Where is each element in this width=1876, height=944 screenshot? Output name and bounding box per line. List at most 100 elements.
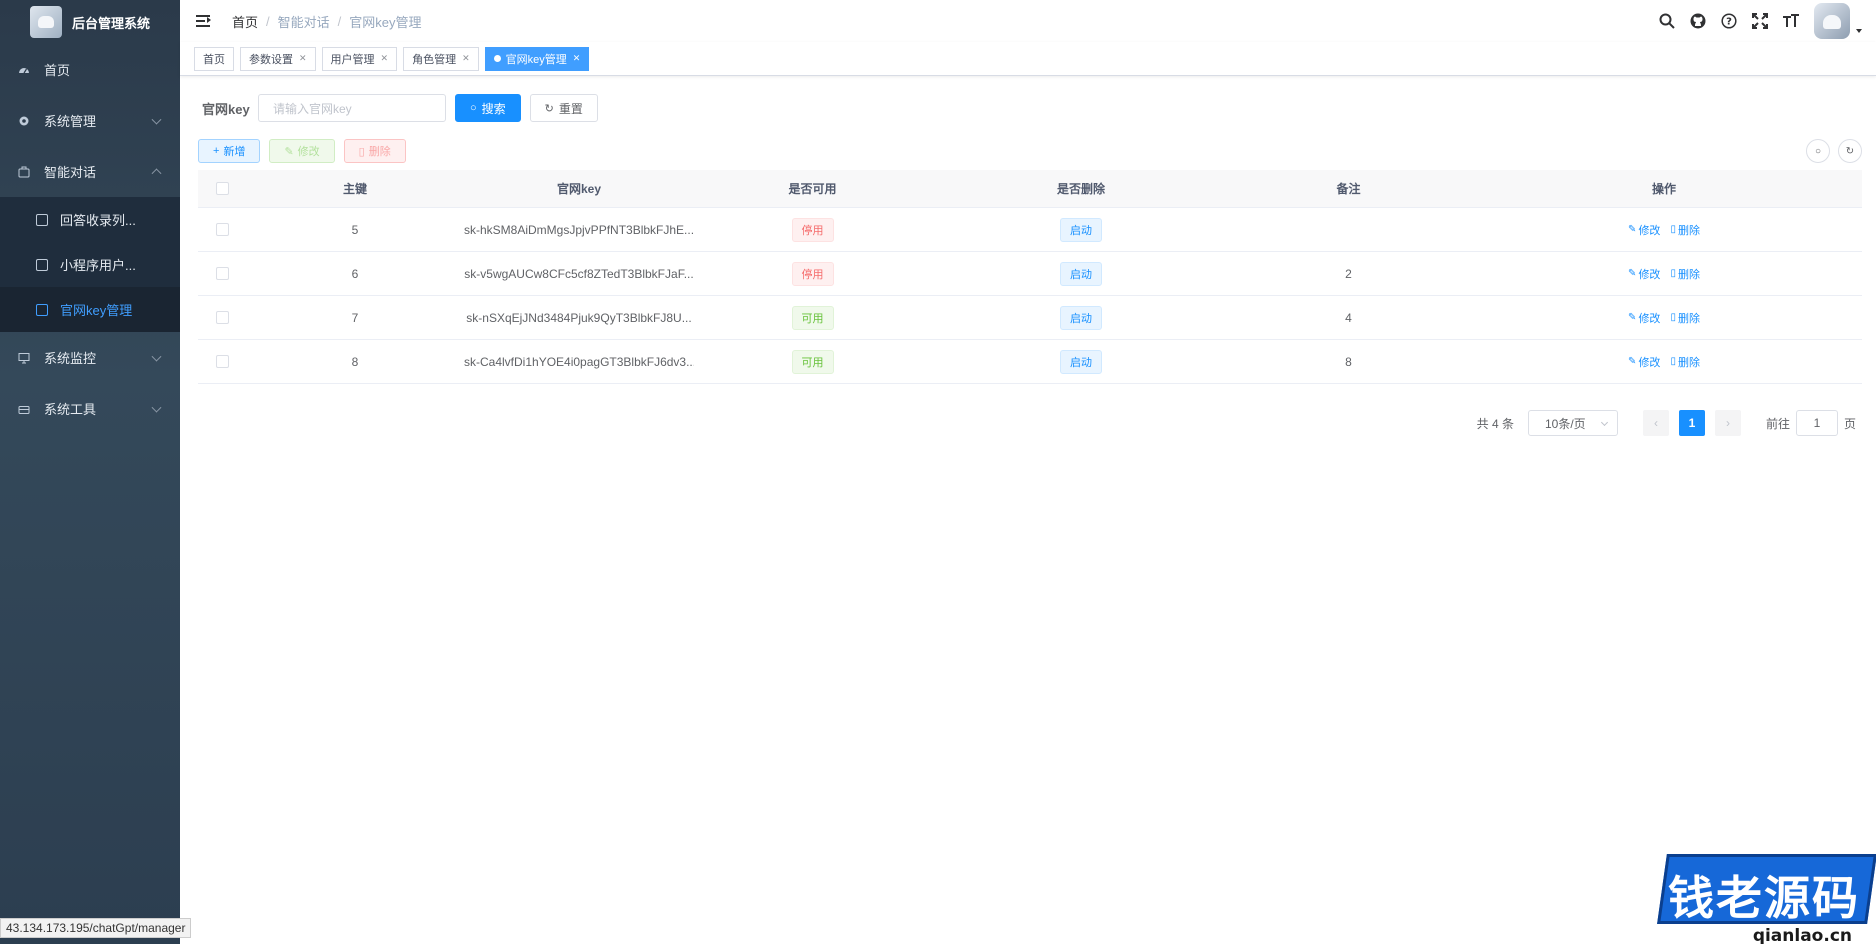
row-checkbox[interactable] <box>215 267 229 280</box>
search-button-label: 搜索 <box>481 101 506 116</box>
row-delete-label: 删除 <box>1677 268 1700 281</box>
select-all-checkbox[interactable] <box>215 182 229 195</box>
search-toggle-icon[interactable]: ○ <box>1806 139 1830 163</box>
github-icon[interactable] <box>1689 12 1707 30</box>
search-input[interactable]: 请输入官网key <box>258 94 446 122</box>
column-header: 操作 <box>1651 182 1676 196</box>
page-number-button[interactable]: 1 <box>1678 410 1705 436</box>
dashboard-icon <box>18 64 30 76</box>
watermark-text: 钱老源码 <box>1668 871 1860 925</box>
row-checkbox-cell <box>198 267 246 280</box>
chevron-down-icon <box>151 351 162 362</box>
tag-params[interactable]: 参数设置 ✕ <box>240 46 316 71</box>
row-edit-link[interactable]: ✎ 修改 <box>1628 310 1660 326</box>
header-checkbox-cell <box>198 182 246 195</box>
avatar[interactable] <box>1814 3 1850 39</box>
reset-button[interactable]: ↻ 重置 <box>529 94 598 122</box>
search-icon: ○ <box>470 102 477 114</box>
breadcrumb-item[interactable]: 首页 <box>232 12 258 31</box>
goto-prefix: 前往 <box>1765 416 1790 431</box>
logo[interactable]: 后台管理系统 <box>0 0 180 44</box>
status-badge: 停用 <box>791 261 834 286</box>
status-badge[interactable]: 启动 <box>1060 349 1102 374</box>
goto-page-input[interactable]: 1 <box>1795 410 1838 436</box>
main-content: 官网key 请输入官网key ○ 搜索 ↻ 重置 + 新增 ✎ 修改 ▯ 删除 … <box>180 76 1876 944</box>
table-row: 7 sk-nSXqEjJNd3484Pjuk9QyT3BlbkFJ8U... 可… <box>198 296 1862 340</box>
row-edit-link[interactable]: ✎ 修改 <box>1628 354 1660 370</box>
breadcrumb-separator: / <box>266 13 270 29</box>
cell-operations: ✎ 修改 ▯ 删除 <box>1466 310 1862 326</box>
cell-remark: 2 <box>1345 266 1352 281</box>
row-checkbox[interactable] <box>215 311 229 324</box>
edit-icon <box>36 258 48 271</box>
caret-down-icon[interactable] <box>1856 29 1862 33</box>
row-delete-link[interactable]: ▯ 删除 <box>1670 222 1700 238</box>
close-icon[interactable]: ✕ <box>462 53 470 64</box>
sidebar-item-tools[interactable]: 系统工具 <box>0 383 180 434</box>
prev-page-button[interactable]: ‹ <box>1642 410 1669 436</box>
sidebar-item-chat[interactable]: 智能对话 <box>0 146 180 197</box>
row-delete-link[interactable]: ▯ 删除 <box>1670 310 1700 326</box>
page-size-select[interactable]: 10条/页 <box>1527 410 1618 436</box>
next-page-button[interactable]: › <box>1714 410 1741 436</box>
row-delete-link[interactable]: ▯ 删除 <box>1670 266 1700 282</box>
search-label: 官网key <box>202 101 250 117</box>
sidebar-item-key-management[interactable]: 官网key管理 <box>0 287 180 332</box>
table-row: 5 sk-hkSM8AiDmMgsJpjvPPfNT3BlbkFJhE... 停… <box>198 208 1862 252</box>
tag-home[interactable]: 首页 <box>194 46 234 71</box>
hamburger-icon[interactable] <box>196 14 212 28</box>
pagination: 共 4 条 10条/页 ‹ 1 › 前往 1 页 <box>1477 410 1856 436</box>
search-icon[interactable] <box>1658 12 1676 30</box>
cell-key: sk-v5wgAUCw8CFc5cf8ZTedT3BlbkFJaF... <box>464 266 694 281</box>
fullscreen-icon[interactable] <box>1751 12 1769 30</box>
tag-roles[interactable]: 角色管理 ✕ <box>403 46 479 71</box>
sidebar-item-label: 官网key管理 <box>60 303 133 318</box>
tag-label: 官网key管理 <box>505 53 567 66</box>
navbar-right: ? <box>1645 0 1862 42</box>
sidebar-item-system[interactable]: 系统管理 <box>0 95 180 146</box>
row-edit-link[interactable]: ✎ 修改 <box>1628 222 1660 238</box>
trash-icon: ▯ <box>1670 268 1676 279</box>
close-icon[interactable]: ✕ <box>299 53 307 64</box>
tag-label: 角色管理 <box>412 53 457 66</box>
breadcrumb: 首页 / 智能对话 / 官网key管理 <box>232 12 422 31</box>
row-checkbox[interactable] <box>215 355 229 368</box>
add-button-label: 新增 <box>223 146 246 158</box>
sidebar-item-monitor[interactable]: 系统监控 <box>0 332 180 383</box>
delete-button[interactable]: ▯ 删除 <box>343 139 406 163</box>
breadcrumb-item: 官网key管理 <box>349 14 422 30</box>
edit-button[interactable]: ✎ 修改 <box>269 139 335 163</box>
sidebar-item-label: 首页 <box>44 63 71 78</box>
row-edit-link[interactable]: ✎ 修改 <box>1628 266 1660 282</box>
navbar: 首页 / 智能对话 / 官网key管理 ? <box>180 0 1876 42</box>
sidebar-item-answer-list[interactable]: 回答收录列... <box>0 197 180 242</box>
tag-key-management[interactable]: 官网key管理 ✕ <box>484 46 590 71</box>
right-toolbar: ○ ↻ <box>1798 139 1862 163</box>
status-badge[interactable]: 启动 <box>1060 217 1102 242</box>
search-button[interactable]: ○ 搜索 <box>455 94 521 122</box>
delete-button-label: 删除 <box>368 146 391 158</box>
add-button[interactable]: + 新增 <box>198 139 261 163</box>
sidebar-item-home[interactable]: 首页 <box>0 44 180 95</box>
row-delete-label: 删除 <box>1677 312 1700 325</box>
close-icon[interactable]: ✕ <box>381 53 389 64</box>
help-icon[interactable]: ? <box>1720 12 1738 30</box>
row-edit-label: 修改 <box>1638 224 1661 237</box>
chevron-down-icon <box>151 402 162 413</box>
refresh-icon: ↻ <box>544 102 554 115</box>
sidebar-item-miniapp-users[interactable]: 小程序用户... <box>0 242 180 287</box>
row-checkbox[interactable] <box>215 223 229 236</box>
status-badge[interactable]: 启动 <box>1060 305 1102 330</box>
goto-suffix: 页 <box>1843 416 1856 431</box>
font-size-icon[interactable] <box>1782 12 1800 30</box>
tag-users[interactable]: 用户管理 ✕ <box>321 46 398 71</box>
watermark-sub: qianlao.cn <box>1752 926 1852 944</box>
list-icon <box>36 213 48 226</box>
refresh-icon[interactable]: ↻ <box>1838 139 1862 163</box>
close-icon[interactable]: ✕ <box>573 53 581 64</box>
breadcrumb-separator: / <box>337 13 342 29</box>
row-delete-link[interactable]: ▯ 删除 <box>1670 354 1700 370</box>
cell-deleted: 启动 <box>931 349 1231 374</box>
status-badge[interactable]: 启动 <box>1060 261 1102 286</box>
cell-available: 可用 <box>694 305 931 330</box>
